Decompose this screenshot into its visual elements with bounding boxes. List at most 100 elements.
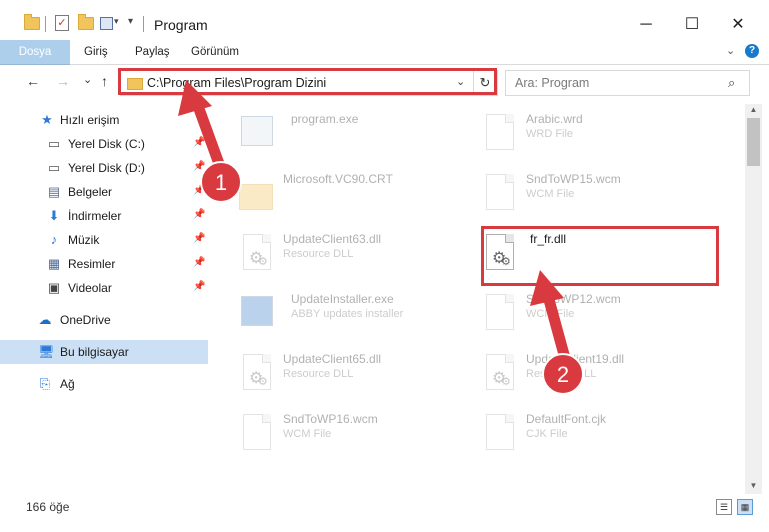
document-icon [482,414,516,456]
list-item[interactable]: program.exe [239,112,479,164]
sidebar-item-pictures[interactable]: ▦ Resimler 📌 [0,252,208,276]
tab-view[interactable]: Görünüm [191,40,239,64]
list-item[interactable]: SndToWP16.wcm WCM File [239,412,479,464]
exe-icon [239,114,273,156]
help-icon[interactable]: ? [745,44,759,58]
vertical-scrollbar[interactable]: ▲ ▼ [745,104,762,494]
pin-icon[interactable]: 📌 [193,161,205,172]
checkmark-icon[interactable]: ✓ [55,15,69,31]
sidebar-item-music[interactable]: ♪ Müzik 📌 [0,228,208,252]
sidebar-item-local-disk-d[interactable]: ▭ Yerel Disk (D:) 📌 [0,156,208,180]
back-button[interactable]: ← [26,73,40,89]
search-icon[interactable]: ⌕ [728,75,735,91]
file-type: WCM File [526,308,575,320]
sidebar-item-label: Hızlı erişim [60,113,120,127]
item-count: 166 öğe [26,500,70,514]
sidebar-item-onedrive[interactable]: ☁ OneDrive [0,308,208,332]
file-type: Resource DLL [283,248,354,260]
tiles-view-icon[interactable]: ▦ [737,499,753,515]
list-item[interactable]: Microsoft.VC90.CRT [239,172,479,224]
sidebar-item-videos[interactable]: ▣ Videolar 📌 [0,276,208,300]
sidebar-item-label: Bu bilgisayar [60,345,129,359]
expand-ribbon-icon[interactable]: ⌄ [726,44,735,57]
minimize-button[interactable]: ─ [623,10,669,40]
document-icon [482,174,516,216]
dll-icon: ⚙ ⚙ [239,354,273,396]
dll-icon: ⚙ ⚙ [482,354,516,396]
tab-share[interactable]: Paylaş [135,40,170,64]
file-name: SndToWP16.wcm [283,412,378,426]
up-button[interactable]: ↑ [101,73,108,89]
list-item[interactable]: ⚙ ⚙ UpdateClient63.dll Resource DLL [239,232,479,284]
folder-icon [239,174,273,216]
scroll-thumb[interactable] [747,118,760,166]
pin-icon[interactable]: 📌 [193,257,205,268]
file-list: program.exe Arabic.wrd WRD File Microsof… [209,104,745,494]
file-type: Resource DLL [283,368,354,380]
drive-icon: ▭ [47,160,61,175]
file-name: UpdateClient63.dll [283,232,382,246]
ribbon: Dosya Giriş Paylaş Görünüm ⌄ ? [0,40,769,92]
recent-locations-button[interactable]: ⌄ [83,73,92,86]
close-button[interactable]: ✕ [715,10,761,40]
document-icon [239,414,273,456]
sidebar-item-label: Müzik [68,233,100,247]
list-item[interactable]: SndToWP12.wcm WCM File [482,292,722,344]
dll-icon: ⚙ ⚙ [239,234,273,276]
download-icon: ⬇ [48,208,60,223]
pin-icon[interactable]: 📌 [193,185,205,196]
network-icon: ⎘ [39,376,51,391]
file-name: Arabic.wrd [526,112,583,126]
document-icon [482,294,516,336]
separator [143,16,144,32]
sidebar-item-network[interactable]: ⎘ Ağ [0,372,208,396]
address-highlight-box [118,68,497,95]
file-name: UpdateClient19.dll [526,352,625,366]
pin-icon[interactable]: 📌 [193,137,205,148]
file-type: Resource DLL [526,368,597,380]
properties-icon[interactable] [100,17,113,30]
sidebar-item-documents[interactable]: ▤ Belgeler 📌 [0,180,208,204]
star-icon: ★ [41,112,53,127]
folder-icon [24,14,40,30]
sidebar-item-local-disk-c[interactable]: ▭ Yerel Disk (C:) 📌 [0,132,208,156]
sidebar-item-quick-access[interactable]: ★ Hızlı erişim [0,108,208,132]
sidebar-item-label: Belgeler [68,185,113,199]
pin-icon[interactable]: 📌 [193,233,205,244]
file-type: ABBY updates installer [291,308,404,320]
chevron-down-icon[interactable]: ▾ [114,16,119,27]
maximize-button[interactable]: ☐ [669,10,715,40]
file-type: WCM File [283,428,332,440]
scroll-down-icon[interactable]: ▼ [745,480,762,492]
file-name: UpdateInstaller.exe [291,292,394,306]
separator [45,16,46,32]
file-name: Microsoft.VC90.CRT [283,172,393,186]
list-item[interactable]: SndToWP15.wcm WCM File [482,172,722,224]
forward-button[interactable]: → [56,73,70,89]
scroll-up-icon[interactable]: ▲ [745,104,762,116]
search-input[interactable]: Ara: Program [515,76,589,90]
search-box[interactable]: Ara: Program ⌕ [505,70,750,96]
file-type: CJK File [526,428,568,440]
file-type: WRD File [526,128,574,140]
file-name: DefaultFont.cjk [526,412,607,426]
list-item[interactable]: ⚙ ⚙ UpdateClient65.dll Resource DLL [239,352,479,404]
list-item[interactable]: UpdateInstaller.exe ABBY updates install… [239,292,479,344]
list-item[interactable]: Arabic.wrd WRD File [482,112,722,164]
cloud-icon: ☁ [38,312,52,327]
file-name: UpdateClient65.dll [283,352,382,366]
pin-icon[interactable]: 📌 [193,281,205,292]
file-name: SndToWP12.wcm [526,292,621,306]
list-item[interactable]: DefaultFont.cjk CJK File [482,412,722,464]
sidebar-item-this-pc[interactable]: 🖥 Bu bilgisayar [0,340,208,364]
tab-home[interactable]: Giriş [84,40,108,64]
sidebar-item-downloads[interactable]: ⬇ İndirmeler 📌 [0,204,208,228]
customize-toolbar-icon[interactable]: ▾ [128,16,133,27]
pin-icon[interactable]: 📌 [193,209,205,220]
list-item[interactable]: ⚙ ⚙ UpdateClient19.dll Resource DLL [482,352,722,404]
file-name: program.exe [291,112,359,126]
sidebar-item-label: Ağ [60,377,75,391]
documents-icon: ▤ [47,184,61,199]
new-folder-icon[interactable] [78,14,94,30]
details-view-icon[interactable]: ☰ [716,499,732,515]
